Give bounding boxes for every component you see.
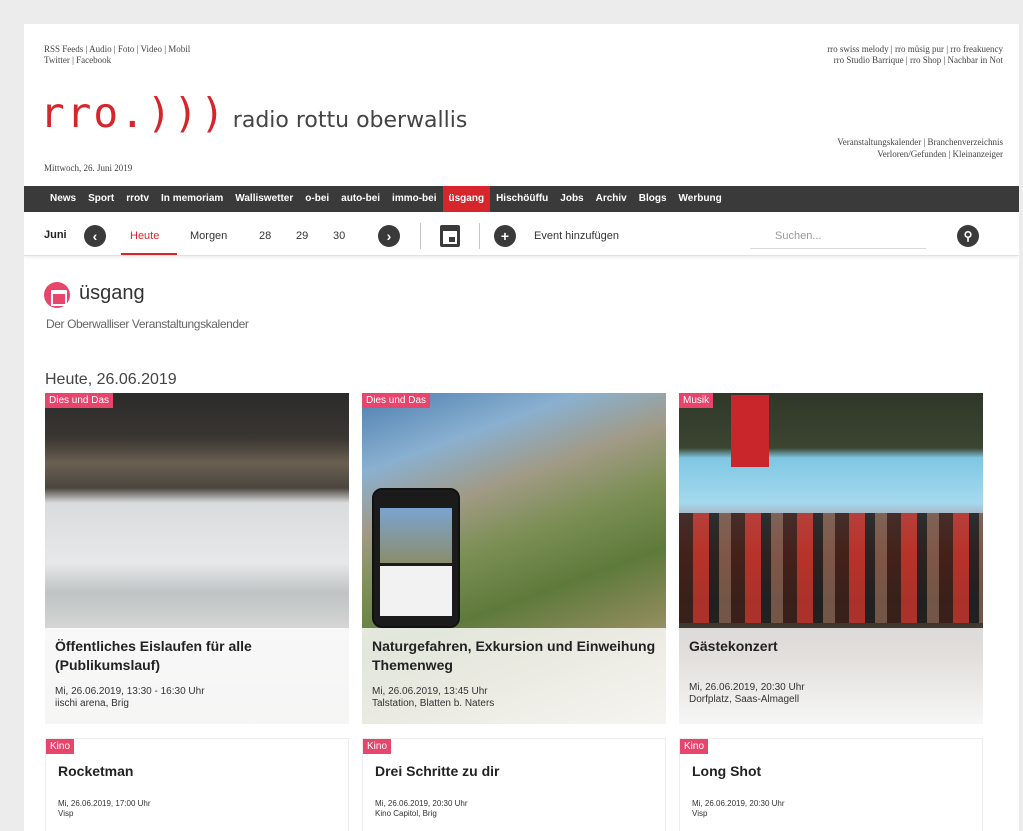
nav-item-archiv[interactable]: Archiv — [590, 186, 633, 212]
add-event-button[interactable]: + — [494, 225, 516, 247]
tab-day-29[interactable]: 29 — [296, 230, 308, 242]
nav-item-rrotv[interactable]: rrotv — [120, 186, 155, 212]
add-event-label[interactable]: Event hinzufügen — [534, 230, 619, 242]
nav-item-jobs[interactable]: Jobs — [554, 186, 589, 212]
nav-item-news[interactable]: News — [44, 186, 82, 212]
chevron-right-icon: › — [386, 228, 392, 244]
kino-badge: Kino — [363, 739, 392, 754]
tab-tomorrow[interactable]: Morgen — [190, 230, 227, 242]
logo-mark: rro.))) — [40, 89, 227, 137]
event-info: Gästekonzert Mi, 26.06.2019, 20:30 Uhr D… — [679, 628, 983, 724]
event-category-badge: Musik — [679, 393, 714, 408]
nav-item-o-bei[interactable]: o-bei — [299, 186, 335, 212]
nav-item-hischoeuffu[interactable]: Hischöüffu — [490, 186, 554, 212]
separator — [420, 223, 421, 249]
event-date: Mi, 26.06.2019, 13:30 - 16:30 Uhr — [55, 686, 205, 697]
usgang-calendar-icon — [44, 282, 70, 308]
nav-item-blogs[interactable]: Blogs — [633, 186, 673, 212]
kino-location: Visp — [58, 809, 74, 818]
toplinks-left-row-1[interactable]: RSS Feeds | Audio | Foto | Video | Mobil — [44, 44, 190, 55]
chevron-left-icon: ‹ — [92, 228, 98, 244]
kino-badge: Kino — [46, 739, 75, 754]
search-button[interactable]: ⚲ — [957, 225, 979, 247]
tab-day-28[interactable]: 28 — [259, 230, 271, 242]
toplinks-left[interactable]: RSS Feeds | Audio | Foto | Video | Mobil… — [44, 44, 190, 66]
service-links-row-1[interactable]: Veranstaltungskalender | Branchenverzeic… — [837, 136, 1003, 148]
nav-item-immo-bei[interactable]: immo-bei — [386, 186, 442, 212]
search-underline — [750, 248, 926, 249]
toplinks-right-row-2[interactable]: rro Studio Barrique | rro Shop | Nachbar… — [827, 55, 1003, 66]
kino-location: Kino Capitol, Brig — [375, 809, 437, 818]
event-location: iischi arena, Brig — [55, 698, 129, 709]
date-filter-bar: Juni ‹ Heute Morgen 28 29 30 › + Event h… — [24, 216, 1019, 256]
event-category-badge: Dies und Das — [362, 393, 431, 408]
separator — [479, 223, 480, 249]
nav-item-usgang[interactable]: üsgang — [442, 186, 491, 212]
kino-badge: Kino — [680, 739, 709, 754]
today-underline — [121, 253, 177, 255]
page: RSS Feeds | Audio | Foto | Video | Mobil… — [24, 24, 1019, 831]
kino-card[interactable]: Kino Long Shot Mi, 26.06.2019, 20:30 Uhr… — [679, 738, 983, 831]
kino-card[interactable]: Kino Rocketman Mi, 26.06.2019, 17:00 Uhr… — [45, 738, 349, 831]
kino-title[interactable]: Rocketman — [58, 763, 133, 779]
calendar-icon[interactable] — [440, 225, 460, 247]
toplinks-left-row-2[interactable]: Twitter | Facebook — [44, 55, 190, 66]
service-links[interactable]: Veranstaltungskalender | Branchenverzeic… — [837, 136, 1003, 160]
next-day-button[interactable]: › — [378, 225, 400, 247]
event-location: Dorfplatz, Saas-Almagell — [689, 694, 800, 705]
event-date: Mi, 26.06.2019, 20:30 Uhr — [689, 682, 805, 693]
nav-item-werbung[interactable]: Werbung — [673, 186, 728, 212]
nav-item-walliswetter[interactable]: Walliswetter — [229, 186, 299, 212]
service-links-row-2[interactable]: Verloren/Gefunden | Kleinanzeiger — [837, 148, 1003, 160]
event-title[interactable]: Naturgefahren, Exkursion und Einweihung … — [372, 637, 656, 679]
event-category-badge: Dies und Das — [45, 393, 114, 408]
toplinks-right-row-1[interactable]: rro swiss melody | rro müsig pur | rro f… — [827, 44, 1003, 55]
event-card[interactable]: Dies und Das Naturgefahren, Exkursion un… — [362, 393, 666, 724]
event-date: Mi, 26.06.2019, 13:45 Uhr — [372, 686, 488, 697]
event-card[interactable]: Dies und Das Öffentliches Eislaufen für … — [45, 393, 349, 724]
event-location: Talstation, Blatten b. Naters — [372, 698, 495, 709]
section-subtitle: Der Oberwalliser Veranstaltungskalender — [46, 317, 249, 331]
event-card[interactable]: Musik Gästekonzert Mi, 26.06.2019, 20:30… — [679, 393, 983, 724]
band-image — [679, 513, 983, 623]
kino-date: Mi, 26.06.2019, 20:30 Uhr — [375, 799, 468, 808]
nav-item-in-memoriam[interactable]: In memoriam — [155, 186, 229, 212]
kino-title[interactable]: Drei Schritte zu dir — [375, 763, 499, 779]
kino-card[interactable]: Kino Drei Schritte zu dir Mi, 26.06.2019… — [362, 738, 666, 831]
search-input[interactable]: Suchen... — [775, 230, 821, 242]
event-info: Naturgefahren, Exkursion und Einweihung … — [362, 628, 666, 724]
kino-title[interactable]: Long Shot — [692, 763, 761, 779]
site-logo[interactable]: rro.))) radio rottu oberwallis — [40, 90, 467, 136]
section-title: üsgang — [79, 282, 145, 304]
plus-icon: + — [500, 228, 510, 244]
event-info: Öffentliches Eislaufen für alle (Publiku… — [45, 628, 349, 724]
month-label: Juni — [44, 229, 67, 241]
tab-day-30[interactable]: 30 — [333, 230, 345, 242]
tab-today[interactable]: Heute — [130, 230, 159, 242]
search-icon: ⚲ — [963, 229, 973, 243]
nav-item-auto-bei[interactable]: auto-bei — [335, 186, 386, 212]
nav-item-sport[interactable]: Sport — [82, 186, 120, 212]
kino-date: Mi, 26.06.2019, 17:00 Uhr — [58, 799, 151, 808]
phone-image — [372, 488, 460, 628]
current-date: Mittwoch, 26. Juni 2019 — [44, 163, 133, 173]
kino-location: Visp — [692, 809, 708, 818]
flag-image — [731, 395, 769, 467]
kino-date: Mi, 26.06.2019, 20:30 Uhr — [692, 799, 785, 808]
prev-day-button[interactable]: ‹ — [84, 225, 106, 247]
day-heading: Heute, 26.06.2019 — [45, 371, 177, 388]
event-title[interactable]: Öffentliches Eislaufen für alle (Publiku… — [55, 637, 339, 679]
logo-text: radio rottu oberwallis — [232, 108, 468, 133]
main-nav: News Sport rrotv In memoriam Walliswette… — [24, 186, 1019, 212]
toplinks-right[interactable]: rro swiss melody | rro müsig pur | rro f… — [827, 44, 1003, 66]
event-title[interactable]: Gästekonzert — [689, 637, 973, 656]
